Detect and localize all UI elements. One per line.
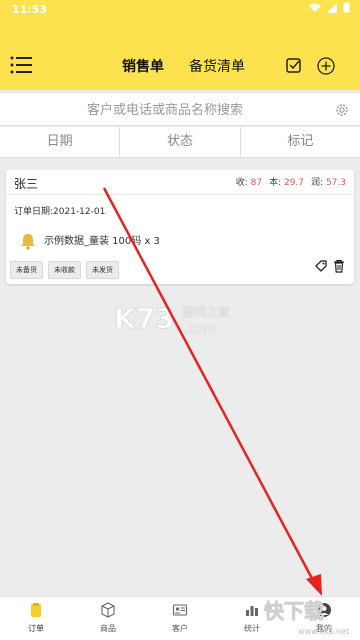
order-icon <box>31 603 41 617</box>
customer-name: 张三 <box>14 177 39 191</box>
chart-icon <box>246 606 258 616</box>
bottom-nav: 订单 商品 客户 统计 我的 <box>0 596 360 640</box>
svg-text:.com: .com <box>184 322 216 337</box>
gear-icon[interactable] <box>334 102 350 118</box>
menu-icon[interactable] <box>10 55 34 75</box>
status-bar: 11:53 <box>0 0 360 20</box>
filter-mark[interactable]: 标记 <box>241 127 360 157</box>
search-input[interactable] <box>2 96 328 124</box>
svg-text:K73: K73 <box>114 302 175 335</box>
income-stat: 收: 87 <box>235 178 263 188</box>
contact-icon <box>172 604 188 616</box>
tab-sales-order[interactable]: 销售单 <box>122 56 164 76</box>
tab-stock-list[interactable]: 备货清单 <box>189 56 245 76</box>
nav-label-stats: 统计 <box>244 624 260 633</box>
status-tags: 未备货 未收款 未发货 <box>10 261 119 279</box>
nav-label-orders: 订单 <box>28 624 44 633</box>
signal-icon <box>327 2 337 13</box>
svg-text:游戏之家: 游戏之家 <box>182 304 230 319</box>
nav-item-customers[interactable]: 客户 <box>144 597 216 640</box>
nav-label-customers: 客户 <box>172 624 188 633</box>
nav-item-orders[interactable]: 订单 <box>0 597 72 640</box>
nav-label-products: 商品 <box>100 624 116 633</box>
battery-icon <box>343 2 350 13</box>
cost-stat: 本: 29.7 <box>269 178 305 188</box>
order-card[interactable]: 张三 收: 87 本: 29.7 润: 57.3 订单日期:2021-12-01… <box>6 170 354 284</box>
delete-icon[interactable] <box>332 259 346 273</box>
app-header: 11:53 销售单 备货清单 <box>0 0 360 90</box>
tag-not-paid[interactable]: 未收款 <box>48 261 81 279</box>
box-icon <box>101 602 115 618</box>
nav-item-stats[interactable]: 统计 <box>216 597 288 640</box>
search-bar <box>0 92 360 126</box>
add-icon[interactable] <box>317 57 335 75</box>
nav-label-mine: 我的 <box>316 624 332 633</box>
nav-item-products[interactable]: 商品 <box>72 597 144 640</box>
nav-item-mine[interactable]: 我的 <box>288 597 360 640</box>
status-time: 11:53 <box>12 3 48 16</box>
tag-not-shipped[interactable]: 未发货 <box>86 261 119 279</box>
filter-bar: 日期 状态 标记 <box>0 127 360 158</box>
filter-status[interactable]: 状态 <box>120 127 241 157</box>
order-date: 订单日期:2021-12-01 <box>14 207 106 217</box>
wifi-icon <box>309 3 321 12</box>
batch-select-icon[interactable] <box>285 57 303 75</box>
tag-not-stocked[interactable]: 未备货 <box>10 261 43 279</box>
watermark-logo: K73 游戏之家 .com <box>114 302 230 338</box>
card-divider <box>6 194 354 195</box>
user-icon <box>317 603 331 617</box>
order-item: 示例数据_童装 100码 x 3 <box>44 236 160 247</box>
filter-date[interactable]: 日期 <box>0 127 121 157</box>
order-stats: 收: 87 本: 29.7 润: 57.3 <box>236 175 346 188</box>
profit-stat: 润: 57.3 <box>311 178 346 188</box>
bell-icon <box>21 234 35 250</box>
label-tag-icon[interactable] <box>314 259 328 273</box>
